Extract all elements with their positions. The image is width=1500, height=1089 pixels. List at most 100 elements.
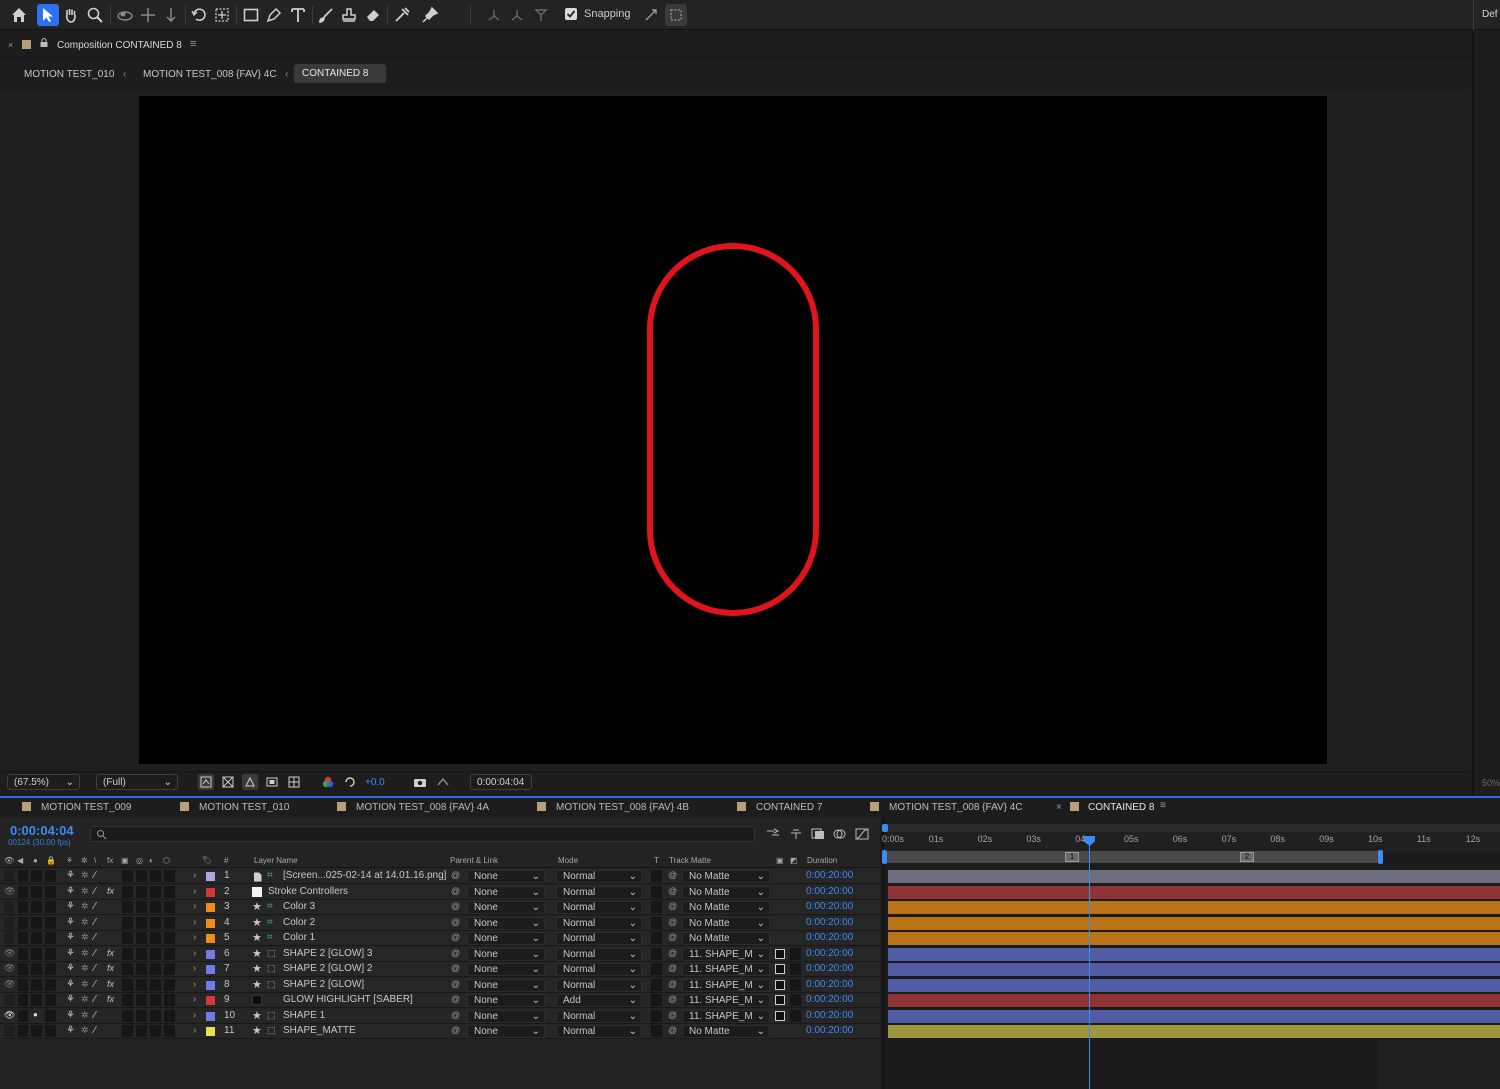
- video-switch-eye-icon[interactable]: 👁: [4, 856, 14, 865]
- visibility-toggle[interactable]: [4, 994, 14, 1006]
- adjustment-toggle[interactable]: [150, 901, 161, 913]
- layer-duration[interactable]: 0:00:20:00: [806, 1010, 853, 1021]
- brush-tool-icon[interactable]: [315, 4, 337, 26]
- breadcrumb-motion-test-008-4c[interactable]: MOTION TEST_008 {FAV} 4C: [143, 69, 277, 80]
- chevron-right-icon[interactable]: ›: [193, 979, 196, 990]
- layer-duration-bar[interactable]: [888, 994, 1500, 1007]
- layer-row[interactable]: ⚘ ✲ ⁄ › 5 ★ ⌗ Color 1 @ None ⌄ Normal ⌄ @ No Matte ⌄ 0:0…: [0, 931, 880, 946]
- collapse-sun-icon[interactable]: ✲: [81, 963, 89, 974]
- layer-label-color[interactable]: [206, 919, 215, 928]
- matte-pickwhip-icon[interactable]: @: [668, 948, 677, 958]
- motion-blur-toggle[interactable]: [136, 994, 147, 1006]
- lock-toggle[interactable]: [45, 886, 56, 898]
- layer-duration[interactable]: 0:00:20:00: [806, 963, 853, 974]
- quality-slash-icon[interactable]: ⁄: [94, 886, 96, 897]
- tab-motion-test-009[interactable]: MOTION TEST_009: [41, 802, 131, 813]
- adjustment-toggle[interactable]: [150, 870, 161, 882]
- type-tool-icon[interactable]: [287, 4, 309, 26]
- visibility-eye-icon[interactable]: 👁: [4, 948, 15, 959]
- layer-duration-bar[interactable]: [888, 870, 1500, 883]
- layer-duration-bar[interactable]: [888, 932, 1500, 945]
- audio-toggle[interactable]: [18, 948, 28, 960]
- 3d-layer-toggle[interactable]: [164, 1025, 175, 1037]
- pen-tool-icon[interactable]: [263, 4, 285, 26]
- shy-icon[interactable]: ⚘: [66, 994, 75, 1005]
- mode-dropdown[interactable]: Add ⌄: [556, 994, 642, 1007]
- frame-blend-toggle[interactable]: [122, 948, 133, 960]
- 3d-layer-toggle[interactable]: [164, 886, 175, 898]
- layer-label-color[interactable]: [206, 950, 215, 959]
- audio-toggle[interactable]: [18, 901, 28, 913]
- shy-icon[interactable]: ⚘: [66, 1025, 75, 1036]
- pickwhip-icon[interactable]: @: [451, 1025, 460, 1035]
- mode-dropdown[interactable]: Normal ⌄: [556, 948, 642, 961]
- pickwhip-icon[interactable]: @: [451, 948, 460, 958]
- 3d-layer-toggle[interactable]: [164, 963, 175, 975]
- 3d-layer-toggle[interactable]: [164, 1010, 175, 1022]
- rotation-tool-icon[interactable]: [188, 4, 210, 26]
- effects-fx-icon[interactable]: fx: [107, 886, 114, 896]
- solo-toggle[interactable]: [31, 917, 42, 929]
- time-navigator-start-handle[interactable]: [882, 824, 888, 832]
- effects-fx-icon[interactable]: fx: [107, 979, 114, 989]
- tab-menu-icon[interactable]: ≡: [1160, 800, 1166, 811]
- shy-icon[interactable]: ⚘: [66, 963, 75, 974]
- collapse-sun-icon[interactable]: ✲: [81, 917, 89, 928]
- layer-row[interactable]: 👁 ⚘ ✲ ⁄ fx › 8 ★ ⬚ SHAPE 2 [GLOW] @ None ⌄ Normal ⌄ @11…: [0, 978, 880, 993]
- preserve-transparency-toggle[interactable]: [651, 932, 662, 944]
- motion-blur-toggle[interactable]: [136, 870, 147, 882]
- 3d-layer-toggle[interactable]: [164, 979, 175, 991]
- visibility-toggle[interactable]: [4, 870, 14, 882]
- layer-duration[interactable]: 0:00:20:00: [806, 1025, 853, 1036]
- matte-pickwhip-icon[interactable]: @: [668, 1010, 677, 1020]
- visibility-toggle[interactable]: [4, 932, 14, 944]
- work-area-start-handle[interactable]: [882, 850, 887, 864]
- layer-duration-bar[interactable]: [888, 901, 1500, 914]
- track-matte-dropdown[interactable]: No Matte ⌄: [682, 1025, 770, 1038]
- collapse-sun-icon[interactable]: ✲: [81, 870, 89, 881]
- mode-dropdown[interactable]: Normal ⌄: [556, 1025, 642, 1038]
- layer-row[interactable]: ⚘ ✲ ⁄ › 1 ⌗ [Screen...025-02-14 at 14.01.16.pn…: [0, 869, 880, 884]
- solo-dot-icon[interactable]: ●: [33, 1010, 38, 1019]
- layer-duration[interactable]: 0:00:20:00: [806, 870, 853, 881]
- shy-icon[interactable]: ⚘: [66, 886, 75, 897]
- layer-row[interactable]: 👁 ● ⚘ ✲ ⁄ › 10 ★ ⬚ SHAPE 1 @ None ⌄ Normal ⌄ @11. SHAPE…: [0, 1009, 880, 1024]
- layer-duration[interactable]: 0:00:20:00: [806, 948, 853, 959]
- lock-toggle[interactable]: [45, 870, 56, 882]
- tab-motion-test-010[interactable]: MOTION TEST_010: [199, 802, 289, 813]
- audio-toggle[interactable]: [18, 994, 28, 1006]
- collapse-sun-icon[interactable]: ✲: [81, 886, 89, 897]
- layer-label-color[interactable]: [206, 981, 215, 990]
- panel-menu-icon[interactable]: ≡: [190, 38, 196, 50]
- matte-pickwhip-icon[interactable]: @: [668, 994, 677, 1004]
- shy-switch-icon[interactable]: ⚘: [66, 856, 73, 865]
- track-matte-dropdown[interactable]: No Matte ⌄: [682, 917, 770, 930]
- adjustment-toggle[interactable]: [150, 963, 161, 975]
- mode-dropdown[interactable]: Normal ⌄: [556, 963, 642, 976]
- collapse-sun-icon[interactable]: ✲: [81, 948, 89, 959]
- home-icon[interactable]: [8, 4, 30, 26]
- eraser-icon[interactable]: [362, 4, 384, 26]
- layer-row[interactable]: 👁 ⚘ ✲ ⁄ fx › 7 ★ ⬚ SHAPE 2 [GLOW] 2 @ None ⌄ Normal ⌄ @…: [0, 962, 880, 977]
- effects-fx-icon[interactable]: fx: [107, 963, 114, 973]
- layer-duration[interactable]: 0:00:20:00: [806, 886, 853, 897]
- layer-name[interactable]: SHAPE 2 [GLOW] 3: [283, 948, 372, 959]
- quality-slash-icon[interactable]: ⁄: [94, 1025, 96, 1036]
- mask-visibility-icon[interactable]: [242, 774, 258, 790]
- chevron-right-icon[interactable]: ›: [193, 901, 196, 912]
- color-channels-icon[interactable]: [320, 774, 336, 790]
- layer-name[interactable]: SHAPE 1: [283, 1010, 325, 1021]
- solo-toggle[interactable]: [31, 979, 42, 991]
- matte-pickwhip-icon[interactable]: @: [668, 870, 677, 880]
- layer-row[interactable]: ⚘ ✲ ⁄ fx › 9 GLOW HIGHLIGHT [SABER] @ None ⌄ Add ⌄ @…: [0, 993, 880, 1008]
- motion-blur-switch-icon[interactable]: ◎: [136, 856, 143, 865]
- resolution-dropdown[interactable]: (Full) ⌄: [96, 774, 178, 790]
- frame-blend-toggle[interactable]: [122, 886, 133, 898]
- lock-icon[interactable]: [40, 38, 48, 47]
- preserve-transparency-toggle[interactable]: [651, 963, 662, 975]
- chevron-right-icon[interactable]: ›: [193, 870, 196, 881]
- layer-name[interactable]: Color 3: [283, 901, 315, 912]
- adjustment-toggle[interactable]: [150, 948, 161, 960]
- work-area-end-handle[interactable]: [1378, 850, 1383, 864]
- pickwhip-icon[interactable]: @: [451, 1010, 460, 1020]
